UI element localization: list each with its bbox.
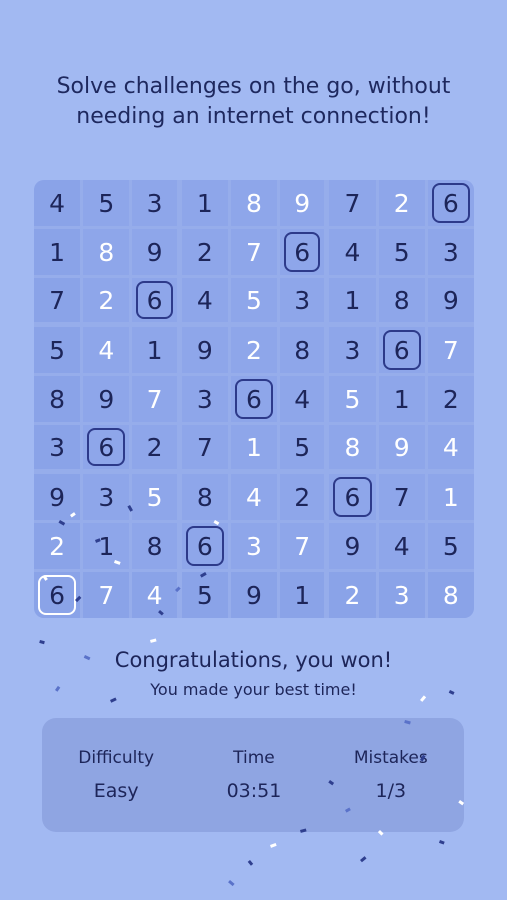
board-cell[interactable]: 2 xyxy=(34,523,81,569)
board-cell[interactable]: 2 xyxy=(280,474,325,520)
board-cell[interactable]: 2 xyxy=(329,572,376,618)
stats-panel: Difficulty Easy Time 03:51 Mistakes 1/3 xyxy=(42,718,464,832)
win-subtitle: You made your best time! xyxy=(150,680,357,699)
board-cell[interactable]: 5 xyxy=(230,278,278,322)
board-cell[interactable]: 6 xyxy=(280,229,325,275)
board-cell[interactable]: 4 xyxy=(83,327,130,373)
board-cell[interactable]: 9 xyxy=(427,278,474,322)
board-cell[interactable]: 5 xyxy=(378,229,425,275)
board-cell[interactable]: 8 xyxy=(280,327,325,373)
board-cell[interactable]: 5 xyxy=(181,572,228,618)
board-cell[interactable]: 4 xyxy=(132,572,177,618)
board-cell[interactable]: 5 xyxy=(34,327,81,373)
stat-time-label: Time xyxy=(233,748,275,768)
board-cell[interactable]: 5 xyxy=(280,425,325,469)
board-cell[interactable]: 6 xyxy=(132,278,177,322)
board-cell[interactable]: 3 xyxy=(34,425,81,469)
board-cell[interactable]: 9 xyxy=(230,572,278,618)
board-cell[interactable]: 6 xyxy=(329,474,376,520)
board-cell[interactable]: 8 xyxy=(329,425,376,469)
stat-mistakes-value: 1/3 xyxy=(375,780,407,802)
board-cell[interactable]: 8 xyxy=(378,278,425,322)
board-cell[interactable]: 3 xyxy=(181,376,228,422)
stat-difficulty: Difficulty Easy xyxy=(78,748,154,802)
board-cell[interactable]: 2 xyxy=(230,327,278,373)
board-cell[interactable]: 6 xyxy=(181,523,228,569)
board-cell[interactable]: 1 xyxy=(427,474,474,520)
board-cell[interactable]: 7 xyxy=(132,376,177,422)
stat-time-value: 03:51 xyxy=(226,780,282,802)
board-cell[interactable]: 4 xyxy=(280,376,325,422)
board-cell[interactable]: 4 xyxy=(181,278,228,322)
board-cell[interactable]: 2 xyxy=(83,278,130,322)
board-cell[interactable]: 5 xyxy=(427,523,474,569)
board-cell[interactable]: 9 xyxy=(132,229,177,275)
board-cell[interactable]: 4 xyxy=(329,229,376,275)
stat-difficulty-label: Difficulty xyxy=(78,748,155,768)
board-cell[interactable]: 3 xyxy=(378,572,425,618)
board-cell[interactable]: 9 xyxy=(34,474,81,520)
board-cell[interactable]: 3 xyxy=(427,229,474,275)
board-cell[interactable]: 7 xyxy=(378,474,425,520)
stat-mistakes: Mistakes 1/3 xyxy=(354,748,428,802)
board-cell[interactable]: 2 xyxy=(427,376,474,422)
board-cell[interactable]: 9 xyxy=(181,327,228,373)
board-cell[interactable]: 9 xyxy=(378,425,425,469)
board-cell[interactable]: 6 xyxy=(83,425,130,469)
board-cell[interactable]: 6 xyxy=(427,180,474,226)
board-cell[interactable]: 4 xyxy=(230,474,278,520)
board-cell[interactable]: 1 xyxy=(132,327,177,373)
board-cell[interactable]: 1 xyxy=(181,180,228,226)
board-cell[interactable]: 6 xyxy=(230,376,278,422)
board-cell[interactable]: 1 xyxy=(230,425,278,469)
board-cell[interactable]: 1 xyxy=(83,523,130,569)
board-cell[interactable]: 4 xyxy=(427,425,474,469)
board-cell[interactable]: 8 xyxy=(34,376,81,422)
board-cell[interactable]: 3 xyxy=(329,327,376,373)
board-cell[interactable]: 7 xyxy=(280,523,325,569)
board-cell[interactable]: 7 xyxy=(83,572,130,618)
board-cell[interactable]: 7 xyxy=(427,327,474,373)
board-cell[interactable]: 7 xyxy=(230,229,278,275)
board-cell[interactable]: 8 xyxy=(427,572,474,618)
board-cell[interactable]: 7 xyxy=(181,425,228,469)
stat-mistakes-label: Mistakes xyxy=(353,748,428,768)
board-cell[interactable]: 9 xyxy=(83,376,130,422)
win-title: Congratulations, you won! xyxy=(114,648,393,672)
tagline: Solve challenges on the go, without need… xyxy=(56,74,451,129)
board-cell[interactable]: 3 xyxy=(230,523,278,569)
board-cell[interactable]: 7 xyxy=(34,278,81,322)
board-cell[interactable]: 2 xyxy=(378,180,425,226)
board-cell[interactable]: 5 xyxy=(83,180,130,226)
stat-difficulty-value: Easy xyxy=(93,780,139,802)
stat-time: Time 03:51 xyxy=(227,748,282,802)
board-cell[interactable]: 8 xyxy=(132,523,177,569)
board-cell[interactable]: 1 xyxy=(34,229,81,275)
board-cell[interactable]: 2 xyxy=(181,229,228,275)
board-cell[interactable]: 3 xyxy=(280,278,325,322)
board-cell[interactable]: 2 xyxy=(132,425,177,469)
board-cell[interactable]: 8 xyxy=(230,180,278,226)
board-cell[interactable]: 5 xyxy=(132,474,177,520)
board-cell[interactable]: 8 xyxy=(83,229,130,275)
board-cell[interactable]: 3 xyxy=(132,180,177,226)
sudoku-board: 4531897261892764537264531895419283678973… xyxy=(34,180,474,618)
board-cell[interactable]: 9 xyxy=(329,523,376,569)
board-cell[interactable]: 1 xyxy=(329,278,376,322)
board-cell[interactable]: 6 xyxy=(378,327,425,373)
board-cell[interactable]: 1 xyxy=(280,572,325,618)
board-cell[interactable]: 8 xyxy=(181,474,228,520)
board-cell[interactable]: 9 xyxy=(280,180,325,226)
board-cell[interactable]: 1 xyxy=(378,376,425,422)
board-cell[interactable]: 4 xyxy=(34,180,81,226)
board-cell[interactable]: 5 xyxy=(329,376,376,422)
board-cell[interactable]: 6 xyxy=(34,572,81,618)
board-cell[interactable]: 4 xyxy=(378,523,425,569)
board-cell[interactable]: 7 xyxy=(329,180,376,226)
board-cell[interactable]: 3 xyxy=(83,474,130,520)
